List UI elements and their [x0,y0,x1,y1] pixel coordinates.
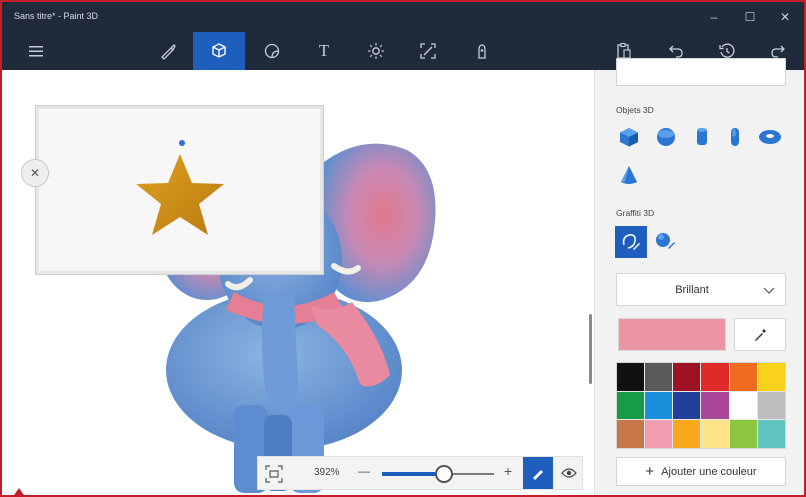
plus-icon: + [645,463,655,480]
graffiti-3d-label: Graffiti 3D [616,208,655,218]
warning-marker-icon [14,488,24,495]
torus-icon [759,130,781,144]
capsule-icon [731,128,739,146]
zoom-level: 392% [314,467,340,478]
sphere-icon [657,128,675,146]
brushes-icon [161,44,176,60]
objects-3d-label: Objets 3D [616,105,654,115]
search-box[interactable] [616,58,786,86]
sticker-preview-popup [36,106,323,274]
cylinder-icon [697,128,707,145]
soft-doodle-button[interactable] [651,226,681,256]
current-color-swatch[interactable] [618,318,726,351]
zoom-in-button[interactable]: + [504,463,512,479]
add-color-button[interactable]: + Ajouter une couleur [616,457,786,486]
color-swatch[interactable] [757,391,785,420]
zoom-out-button[interactable]: — [358,464,370,478]
canvas-vertical-scrollbar[interactable] [589,314,592,384]
window-title: Sans titre* - Paint 3D [14,11,99,21]
eyedropper-button[interactable] [734,318,786,351]
color-swatch[interactable] [673,391,701,420]
title-bar: Sans titre* - Paint 3D – ☐ ✕ [2,2,804,32]
canvas-icon [420,43,436,59]
fit-screen-icon [265,465,283,483]
chevron-down-icon [763,287,775,294]
canvas-tool[interactable] [402,32,454,70]
side-panel: Objets 3D Graffiti 3D Brillant + Ajouter… [594,58,804,495]
color-swatch[interactable] [645,391,673,420]
canvas-area[interactable]: ✕ 392% — + [2,70,594,495]
zoom-slider-track[interactable] [382,465,494,483]
zoom-bar: 392% — + [257,456,583,490]
sharp-doodle-button[interactable] [615,226,647,258]
torus-button[interactable] [755,122,785,152]
stickers-tool[interactable] [246,32,298,70]
fit-to-screen-button[interactable] [264,464,284,484]
cube-icon [620,128,638,147]
color-swatch[interactable] [645,363,673,391]
color-swatch[interactable] [729,420,757,448]
color-palette [616,362,786,449]
menu-icon [29,46,43,57]
color-swatch[interactable] [701,420,729,448]
capsule-button[interactable] [720,122,750,152]
effects-tool[interactable] [350,32,402,70]
pen-icon [533,470,543,480]
text-tool[interactable]: T [298,32,350,70]
cone-button[interactable] [614,160,644,190]
view-mode-button[interactable] [555,457,583,489]
color-swatch[interactable] [673,363,701,391]
color-swatch[interactable] [617,363,645,391]
sphere-button[interactable] [651,122,681,152]
finish-value: Brillant [675,284,709,296]
color-swatch[interactable] [757,363,785,391]
menu-button[interactable] [10,32,62,70]
eye-icon [561,468,577,478]
star-icon[interactable] [39,109,320,271]
close-window-button[interactable]: ✕ [770,6,800,28]
color-swatch[interactable] [701,363,729,391]
close-popup-button[interactable]: ✕ [21,159,49,187]
3d-library-icon [478,44,486,59]
cylinder-button[interactable] [687,122,717,152]
edit-mode-button[interactable] [523,457,553,489]
3d-shapes-tool[interactable] [193,32,245,70]
cone-icon [621,166,637,184]
paint3d-window: Sans titre* - Paint 3D – ☐ ✕ T ✕ 392% — … [0,0,806,497]
color-swatch[interactable] [757,420,785,448]
minimize-button[interactable]: – [699,6,729,28]
color-swatch[interactable] [617,391,645,420]
maximize-button[interactable]: ☐ [735,6,765,28]
eyedropper-icon [755,328,766,341]
brushes-tool[interactable] [142,32,194,70]
stickers-icon [264,43,280,59]
color-swatch[interactable] [617,420,645,448]
text-icon: T [318,41,330,60]
finish-dropdown[interactable]: Brillant [616,273,786,306]
zoom-slider-thumb[interactable] [434,465,453,483]
effects-icon [368,43,384,59]
color-swatch[interactable] [673,420,701,448]
3d-shapes-icon [212,43,226,58]
soft-edge-doodle-icon [656,233,675,249]
sharp-edge-doodle-icon [622,234,640,250]
cube-button[interactable] [614,122,644,152]
color-swatch[interactable] [701,391,729,420]
3d-library-tool[interactable] [456,32,508,70]
add-color-label: Ajouter une couleur [661,465,757,478]
color-swatch[interactable] [729,363,757,391]
color-swatch[interactable] [645,420,673,448]
color-swatch[interactable] [729,391,757,420]
